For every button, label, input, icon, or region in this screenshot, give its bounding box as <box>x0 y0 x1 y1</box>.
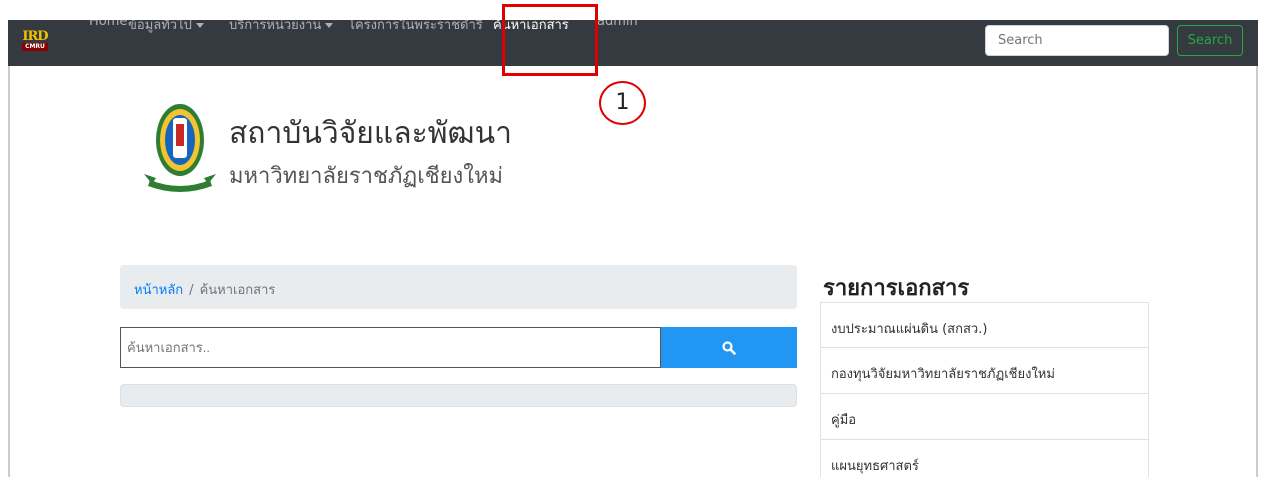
nav-general-info[interactable]: ข้อมูลทั่วไป <box>128 14 204 35</box>
list-item-manual[interactable]: คู่มือ <box>820 394 1149 440</box>
breadcrumb: หน้าหลัก / ค้นหาเอกสาร <box>120 265 797 309</box>
university-subtitle: มหาวิทยาลัยราชภัฏเชียงใหม่ <box>229 164 504 189</box>
caret-down-icon <box>195 23 204 28</box>
results-area <box>120 384 797 407</box>
nav-admin[interactable]: admin <box>597 14 638 29</box>
ird-cmru-logo[interactable]: IRD CMRU <box>22 30 49 56</box>
breadcrumb-separator: / <box>189 283 194 298</box>
search-icon <box>722 340 736 355</box>
university-emblem-icon <box>144 104 216 192</box>
document-search-button[interactable] <box>661 327 797 368</box>
document-category-list: งบประมาณแผ่นดิน (สกสว.) กองทุนวิจัยมหาวิ… <box>820 302 1149 477</box>
nav-home[interactable]: Home <box>89 14 127 29</box>
institute-title: สถาบันวิจัยและพัฒนา <box>229 116 512 151</box>
nav-royal-projects[interactable]: โครงการในพระราชดำริ <box>348 14 483 35</box>
list-item-research-fund[interactable]: กองทุนวิจัยมหาวิทยาลัยราชภัฏเชียงใหม่ <box>820 348 1149 394</box>
document-list-title: รายการเอกสาร <box>823 276 970 301</box>
annotation-highlight-box <box>502 4 598 76</box>
navbar-search-button[interactable]: Search <box>1177 25 1243 56</box>
list-item-strategic-plan[interactable]: แผนยุทธศาสตร์ <box>820 440 1149 477</box>
breadcrumb-current: ค้นหาเอกสาร <box>199 283 276 298</box>
caret-down-icon <box>325 23 334 28</box>
list-item-national-budget[interactable]: งบประมาณแผ่นดิน (สกสว.) <box>820 302 1149 348</box>
nav-services[interactable]: บริการหน่วยงาน <box>229 14 334 35</box>
navbar-search-input[interactable] <box>985 25 1169 56</box>
annotation-step-number: 1 <box>599 81 646 125</box>
document-search-input[interactable] <box>120 327 661 368</box>
breadcrumb-home-link[interactable]: หน้าหลัก <box>134 283 183 298</box>
